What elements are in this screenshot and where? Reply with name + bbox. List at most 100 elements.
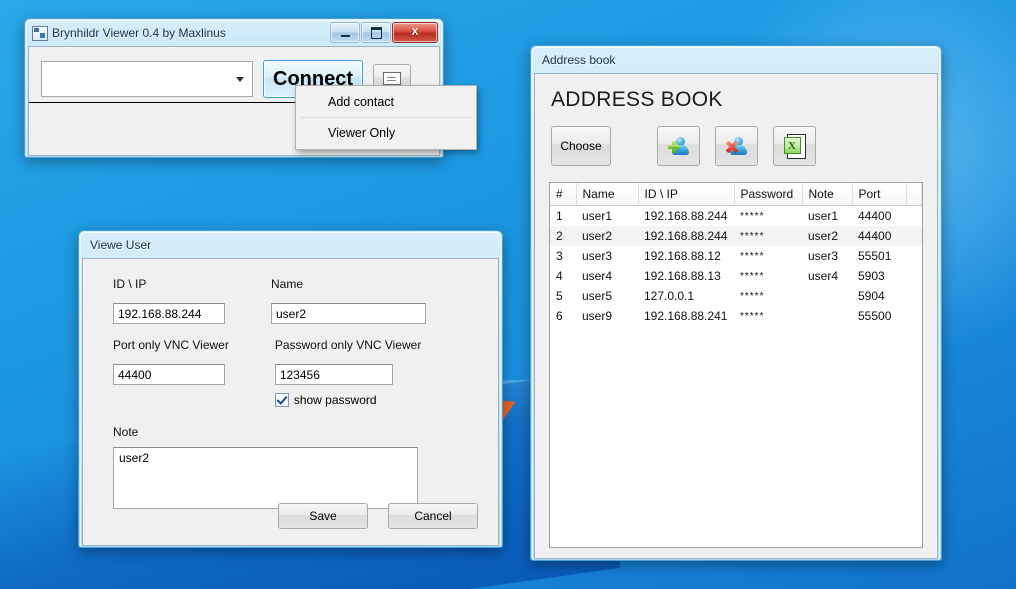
export-excel-icon: X: [783, 134, 806, 159]
maximize-icon: [370, 26, 382, 39]
table-row[interactable]: 6 user9 192.168.88.241 ***** 55500: [550, 306, 922, 326]
column-header-idip[interactable]: ID \ IP: [638, 183, 735, 206]
row-cell-name: user2: [576, 226, 638, 246]
row-cell-number: 1: [556, 209, 563, 223]
column-header-number[interactable]: #: [550, 183, 577, 206]
row-cell-name: user9: [582, 309, 613, 323]
viewe-user-window[interactable]: Viewe User ID \ IP Name Port only VNC Vi…: [78, 230, 503, 548]
idip-label: ID \ IP: [113, 277, 147, 291]
port-field-group: Port only VNC Viewer: [113, 338, 229, 407]
host-combobox[interactable]: [41, 60, 253, 97]
password-field-group: Password only VNC Viewer show password: [274, 338, 422, 407]
name-field-group: Name: [271, 277, 426, 324]
row-cell-number: 3: [556, 249, 563, 263]
row-cell-note: [802, 286, 852, 306]
maximize-button[interactable]: [361, 22, 391, 43]
row-cell-port: 44400: [852, 226, 906, 246]
table-body: 1 user1 192.168.88.244 ***** user1 44400 2 user…: [550, 206, 922, 327]
row-cell-password: *****: [740, 210, 765, 222]
idip-field-group: ID \ IP: [113, 277, 225, 324]
row-cell-password: *****: [740, 310, 765, 322]
address-book-toolbar: Choose X: [551, 126, 925, 166]
row-cell-number: 5: [556, 289, 563, 303]
port-password-row: Port only VNC Viewer Password only VNC V…: [113, 338, 478, 407]
desktop-background: Brynhildr Viewer 0.4 by Maxlinus X Conne…: [0, 0, 1016, 589]
show-password-row[interactable]: show password: [274, 393, 422, 407]
viewe-user-titlebar[interactable]: Viewe User: [82, 234, 499, 256]
row-cell-filler: [906, 226, 922, 246]
idip-input[interactable]: [113, 303, 225, 324]
table-header: # Name ID \ IP Password Note Port: [550, 183, 922, 206]
address-book-titlebar[interactable]: Address book: [534, 49, 938, 71]
delete-contact-icon: [726, 136, 748, 156]
menu-item-add-contact[interactable]: Add contact: [296, 88, 476, 116]
row-cell-port: 55500: [858, 309, 892, 323]
table-row[interactable]: 4 user4 192.168.88.13 ***** user4 5903: [550, 266, 922, 286]
row-cell-note: user1: [808, 209, 839, 223]
row-cell-filler: [906, 306, 922, 326]
row-cell-note: user4: [808, 269, 839, 283]
brynhildr-titlebar-buttons: X: [330, 22, 438, 43]
row-cell-idip: 127.0.0.1: [644, 289, 695, 303]
row-cell-number: 6: [556, 309, 563, 323]
row-cell-idip: 192.168.88.244: [638, 226, 734, 246]
row-cell-filler: [906, 246, 922, 266]
row-cell-filler: [906, 206, 922, 227]
address-card-icon: [383, 72, 401, 85]
save-button[interactable]: Save: [278, 503, 368, 529]
column-header-password[interactable]: Password: [734, 183, 803, 206]
row-cell-note: user3: [808, 249, 839, 263]
brynhildr-title: Brynhildr Viewer 0.4 by Maxlinus: [52, 26, 226, 40]
brynhildr-titlebar[interactable]: Brynhildr Viewer 0.4 by Maxlinus X: [28, 22, 440, 44]
show-password-checkbox[interactable]: [274, 393, 289, 407]
password-input[interactable]: [274, 364, 393, 385]
x-mark-icon: [726, 141, 738, 153]
column-header-note[interactable]: Note: [802, 183, 853, 206]
table-row[interactable]: 2 user2 192.168.88.244 ***** user2 44400: [550, 226, 922, 246]
viewe-user-body: ID \ IP Name Port only VNC Viewer Passwo…: [82, 258, 499, 546]
viewe-user-title: Viewe User: [90, 238, 152, 252]
row-cell-port: 55501: [858, 249, 892, 263]
row-cell-filler: [906, 286, 922, 306]
row-cell-idip: 192.168.88.244: [644, 209, 728, 223]
column-header-filler[interactable]: [906, 183, 922, 206]
password-label: Password only VNC Viewer: [274, 338, 422, 352]
row-cell-name: user5: [582, 289, 613, 303]
address-book-table-container[interactable]: # Name ID \ IP Password Note Port 1 user1…: [549, 182, 923, 548]
row-cell-port: 5903: [858, 269, 885, 283]
note-label: Note: [113, 425, 139, 439]
excel-letter: X: [783, 137, 801, 154]
row-cell-note: user2: [802, 226, 852, 246]
cancel-button[interactable]: Cancel: [388, 503, 478, 529]
port-input[interactable]: [113, 364, 225, 385]
row-cell-name: user3: [582, 249, 613, 263]
delete-contact-button[interactable]: [715, 126, 758, 166]
address-book-window[interactable]: Address book ADDRESS BOOK Choose X # Nam…: [530, 45, 942, 561]
table-row[interactable]: 3 user3 192.168.88.12 ***** user3 55501: [550, 246, 922, 266]
address-book-body: ADDRESS BOOK Choose X # Name ID \ IP Pas…: [534, 73, 938, 559]
name-input[interactable]: [271, 303, 426, 324]
table-header-row: # Name ID \ IP Password Note Port: [550, 183, 922, 206]
row-cell-idip: 192.168.88.13: [644, 269, 721, 283]
row-cell-password: *****: [734, 226, 802, 246]
column-header-port[interactable]: Port: [852, 183, 907, 206]
row-cell-number: 2: [550, 226, 576, 246]
close-button[interactable]: X: [392, 22, 438, 43]
row-cell-number: 4: [556, 269, 563, 283]
choose-button[interactable]: Choose: [551, 126, 611, 166]
menu-item-viewer-only[interactable]: Viewer Only: [296, 119, 476, 147]
page-title: ADDRESS BOOK: [551, 88, 723, 111]
minimize-button[interactable]: [330, 22, 360, 43]
row-cell-note: [802, 306, 852, 326]
export-excel-button[interactable]: X: [773, 126, 816, 166]
note-textarea[interactable]: [113, 447, 418, 509]
table-row[interactable]: 1 user1 192.168.88.244 ***** user1 44400: [550, 206, 922, 227]
row-cell-idip: 192.168.88.241: [644, 309, 728, 323]
table-row[interactable]: 5 user5 127.0.0.1 ***** 5904: [550, 286, 922, 306]
context-menu[interactable]: Add contact Viewer Only: [295, 85, 477, 150]
column-header-name[interactable]: Name: [576, 183, 639, 206]
row-cell-password: *****: [740, 270, 765, 282]
add-contact-button[interactable]: [657, 126, 700, 166]
row-cell-port: 44400: [858, 209, 892, 223]
row-cell-name: user1: [582, 209, 613, 223]
